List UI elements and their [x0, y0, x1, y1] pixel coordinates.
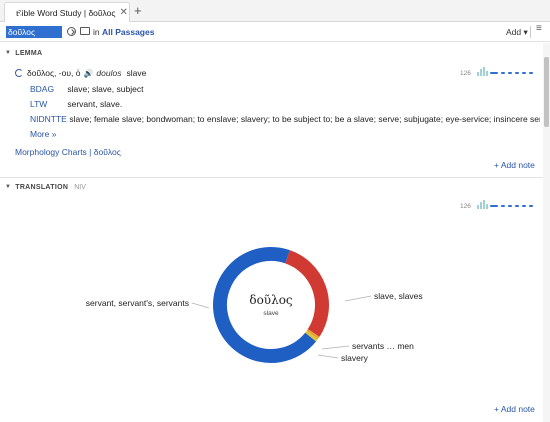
scrollbar-thumb[interactable]: [544, 57, 549, 127]
chart-center-title: δοῦλος: [249, 293, 293, 307]
in-label: in: [93, 27, 100, 37]
mini-bar: [482, 67, 485, 76]
donut-leader-line: [321, 345, 350, 350]
collapse-caret-icon[interactable]: ▼: [5, 50, 11, 56]
definition-text: servant, slave.: [67, 99, 123, 109]
search-input[interactable]: δοῦλος: [6, 26, 62, 38]
toolbar-divider: [530, 26, 531, 38]
mini-dot: [500, 72, 505, 74]
donut-slice-0[interactable]: [284, 250, 329, 337]
mini-dot: [521, 72, 526, 74]
mini-bar: [485, 71, 488, 76]
mini-bars: [475, 67, 535, 78]
mini-dot: [528, 72, 533, 74]
refresh-icon[interactable]: [15, 69, 23, 77]
definition-text: slave; slave, subject: [67, 84, 144, 94]
tab-bar: Bible Word Study | δοῦλος ✕ +: [0, 0, 550, 22]
speaker-icon[interactable]: 🔊: [83, 69, 93, 78]
donut-leader-line: [344, 295, 372, 302]
mini-bar: [479, 69, 482, 76]
donut-slice-label: servant, servant's, servants: [86, 298, 189, 308]
lemma-mini-timeline[interactable]: 126: [460, 67, 535, 78]
definition-source-link[interactable]: LTW: [30, 99, 65, 109]
collapse-caret-icon[interactable]: ▼: [5, 184, 11, 190]
definition-source-link[interactable]: BDAG: [30, 84, 65, 94]
lemma-word: δοῦλος, -ου, ὁ: [27, 68, 81, 78]
add-tab-icon[interactable]: +: [134, 3, 142, 18]
section-divider: [0, 177, 543, 178]
lemma-section-header[interactable]: ▼ LEMMA: [5, 48, 42, 58]
tab-title: Bible Word Study | δοῦλος: [16, 7, 116, 18]
lemma-count: 126: [460, 69, 471, 77]
definition-row: NIDNTTE slave; female slave; bondwoman; …: [30, 114, 540, 124]
toolbar: δοῦλος in All Passages Add ▾ ≡: [0, 22, 550, 42]
donut-slice-label: slavery: [341, 353, 369, 363]
go-arrow-icon[interactable]: [67, 27, 76, 36]
donut-leader-line: [317, 354, 339, 359]
add-note-button[interactable]: + Add note: [494, 404, 535, 414]
donut-slice-label: slave, slaves: [374, 291, 423, 301]
definition-row: BDAG slave; slave, subject: [30, 84, 143, 94]
passages-dropdown[interactable]: All Passages: [102, 27, 154, 37]
panel-menu-icon[interactable]: ≡: [536, 24, 542, 34]
morphology-charts-link[interactable]: Morphology Charts | δοῦλος: [15, 147, 121, 157]
mini-dot: [514, 72, 519, 74]
translation-section-header[interactable]: ▼ TRANSLATION NIV: [5, 182, 86, 192]
donut-slice-label: servants … men: [352, 341, 414, 351]
close-icon[interactable]: ✕: [120, 7, 128, 18]
definition-source-link[interactable]: NIDNTTE: [30, 114, 67, 124]
chart-center-subtitle: slave: [263, 310, 279, 317]
add-menu-button[interactable]: Add ▾: [506, 27, 528, 38]
donut-slice-1[interactable]: [306, 329, 320, 340]
tab-bible-word-study[interactable]: Bible Word Study | δοῦλος ✕: [4, 2, 130, 22]
mini-dot: [507, 72, 512, 74]
keyboard-icon[interactable]: [80, 27, 90, 35]
donut-leader-line: [191, 302, 210, 309]
lemma-transliteration: doulos: [96, 68, 122, 78]
mini-bar: [476, 72, 479, 76]
donut-svg: slave, slaves servants … men slavery servan…: [86, 247, 423, 363]
definition-row: LTW servant, slave.: [30, 99, 122, 109]
translation-version[interactable]: NIV: [74, 184, 86, 191]
translation-donut-chart: slave, slaves servants … men slavery servan…: [0, 195, 543, 405]
lemma-gloss: slave: [126, 68, 147, 78]
vertical-scrollbar[interactable]: [543, 43, 550, 422]
lemma-header-label: LEMMA: [15, 49, 43, 57]
add-note-button[interactable]: + Add note: [494, 160, 535, 170]
mini-dot: [489, 72, 498, 74]
lemma-entry: δοῦλος, -ου, ὁ 🔊 doulos slave: [15, 68, 146, 78]
definition-text: slave; female slave; bondwoman; to ensla…: [69, 114, 540, 124]
donut-slice-2[interactable]: [305, 330, 318, 342]
translation-header-label: TRANSLATION: [15, 183, 69, 191]
more-link[interactable]: More »: [30, 129, 56, 139]
